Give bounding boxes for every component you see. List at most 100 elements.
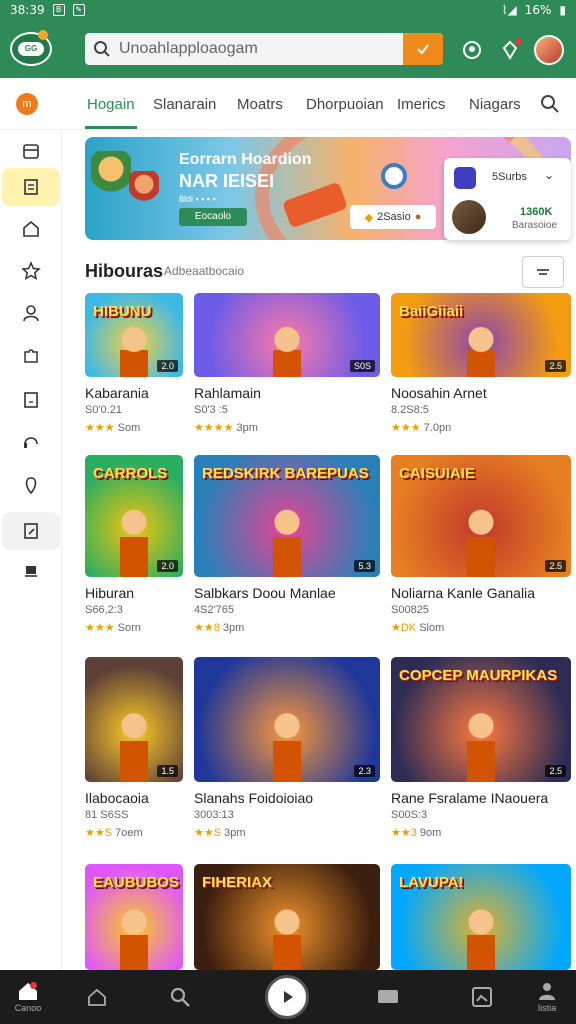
game-title[interactable]: Slanahs Foidoioiao [194,790,313,806]
logo-mark: GG [18,42,44,56]
star-rating-icon: ★★★ [391,422,421,434]
sidebar-item-store[interactable] [2,132,60,170]
nav-house[interactable] [62,970,132,1024]
tab-moatrs[interactable]: Moatrs [237,96,283,113]
banner-pill[interactable]: ◆ 2Sasio ● [350,205,436,229]
game-title[interactable]: Noliarna Kanle Ganalia [391,585,535,601]
game-meta: S0'0.21 [85,404,122,416]
account-popup[interactable]: 5Surbs ⌄ 1360K Barasoioe [444,158,571,240]
battery-icon: ▮ [559,3,566,17]
banner-character [91,151,131,211]
star-rating-icon: ★DK [391,622,417,634]
game-title[interactable]: Noosahin Arnet [391,385,487,401]
search-icon [170,987,190,1007]
nav-gallery[interactable] [447,970,517,1024]
wifi-icon: ⌇◢ [501,3,517,17]
game-character [112,327,156,377]
game-title[interactable]: Ilabocaoia [85,790,149,806]
rating-badge: 2.3 [354,765,375,777]
tab-niagars[interactable]: Niagars [469,96,521,113]
game-art-title: REDSKIRK BAREPUAS [202,465,369,482]
gift-icon[interactable] [498,38,522,62]
play-button[interactable] [265,975,309,1019]
star-rating-icon: ★★S [85,827,113,839]
account-icon [454,167,476,189]
sidebar-item-home[interactable] [2,210,60,248]
game-title[interactable]: Kabarania [85,385,149,401]
game-rating: ★★★★ 3pm [194,421,258,434]
star-rating-icon: ★★★ [85,622,115,634]
game-meta: S0'3 :5 [194,404,228,416]
sidebar-item-profile[interactable] [2,294,60,332]
game-rating-text: 9om [419,827,442,839]
banner-subtitle: 8ldi ▪ ▪ ▪ ▪ [179,194,216,204]
nav-home[interactable]: Canoo [0,970,63,1024]
chevron-down-icon[interactable]: ⌄ [544,168,554,182]
filter-button[interactable] [522,256,564,288]
game-rating: ★★★ Som [85,421,140,434]
game-thumbnail[interactable]: LAVUPA! [391,864,571,970]
game-thumbnail[interactable]: BaiiGiiaii 2.5 [391,293,571,377]
coin-icon: ◆ [364,211,374,224]
sidebar-item-library[interactable] [2,168,60,206]
app-logo[interactable]: GG [10,30,52,66]
game-thumbnail[interactable]: 2.3 [194,657,380,782]
rating-badge: 2.5 [545,360,566,372]
battery-level: 16% [524,3,552,17]
game-thumbnail[interactable]: REDSKIRK BAREPUAS 5.3 [194,455,380,577]
sidebar-item-edit[interactable] [2,512,60,550]
sidebar-item-location[interactable] [2,466,60,504]
sidebar-item-support[interactable] [2,423,60,461]
game-thumbnail[interactable]: 1.5 [85,657,183,782]
tab-search-icon[interactable] [540,94,560,114]
game-art-title: LAVUPA! [399,874,464,891]
game-rating-text: Sorn [117,622,141,634]
avatar[interactable] [534,35,564,65]
rating-badge: 1.5 [157,765,178,777]
home-shortcut-icon[interactable]: m [16,93,38,115]
house-outline-icon [88,988,106,1006]
banner-cta-button[interactable]: Eocaolo [179,208,247,226]
banner-headline: NAR IEISEI [179,171,275,191]
game-thumbnail[interactable]: HIBUNU 2.0 [85,293,183,377]
game-thumbnail[interactable]: COPCEP MAURPIKAS 2.5 [391,657,571,782]
sidebar [0,130,62,970]
game-character [112,707,156,782]
nav-notification-dot [30,982,37,989]
tab-dhorpuoian[interactable]: Dhorpuoian [306,96,384,113]
game-title[interactable]: Rahlamain [194,385,261,401]
gallery-icon [472,987,492,1007]
nav-profile[interactable]: Iistia [512,970,576,1024]
nav-home-label: Canoo [14,1003,42,1013]
game-thumbnail[interactable]: S0S [194,293,380,377]
sidebar-item-desktop[interactable] [2,552,60,590]
game-thumbnail[interactable]: FIHERIAX [194,864,380,970]
tab-slanarain[interactable]: Slanarain [153,96,216,113]
nav-search[interactable] [145,970,215,1024]
game-meta: S66,2:3 [85,604,123,616]
game-thumbnail[interactable]: CAISUIAIE 2.5 [391,455,571,577]
profile-icon [539,983,555,1000]
nav-chat[interactable] [353,970,423,1024]
sidebar-item-favorites[interactable] [2,252,60,290]
voice-search-button[interactable] [403,33,443,65]
game-title[interactable]: Hiburan [85,585,134,601]
tab-imerics[interactable]: Imerics [397,96,445,113]
game-character [265,906,309,970]
category-tabs: m Hogain Slanarain Moatrs Dhorpuoian Ime… [0,78,576,130]
game-character [459,327,503,377]
search-input[interactable] [119,33,403,65]
game-meta: S00825 [391,604,429,616]
tab-hogain[interactable]: Hogain [87,96,135,113]
game-thumbnail[interactable]: CARROLS 2.0 [85,455,183,577]
banner-pill-label: 2Sasio [377,211,411,223]
game-rating: ★★S 7oem [85,826,143,839]
game-title[interactable]: Salbkars Doou Manlae [194,585,336,601]
game-art-title: COPCEP MAURPIKAS [399,667,558,684]
bell-icon[interactable] [460,38,484,62]
sidebar-item-puzzle[interactable] [2,337,60,375]
game-title[interactable]: Rane Fsralame INaouera [391,790,548,806]
rating-badge: 2.0 [157,360,178,372]
sidebar-item-notes[interactable] [2,381,60,419]
game-thumbnail[interactable]: EAUBUBOS [85,864,183,970]
